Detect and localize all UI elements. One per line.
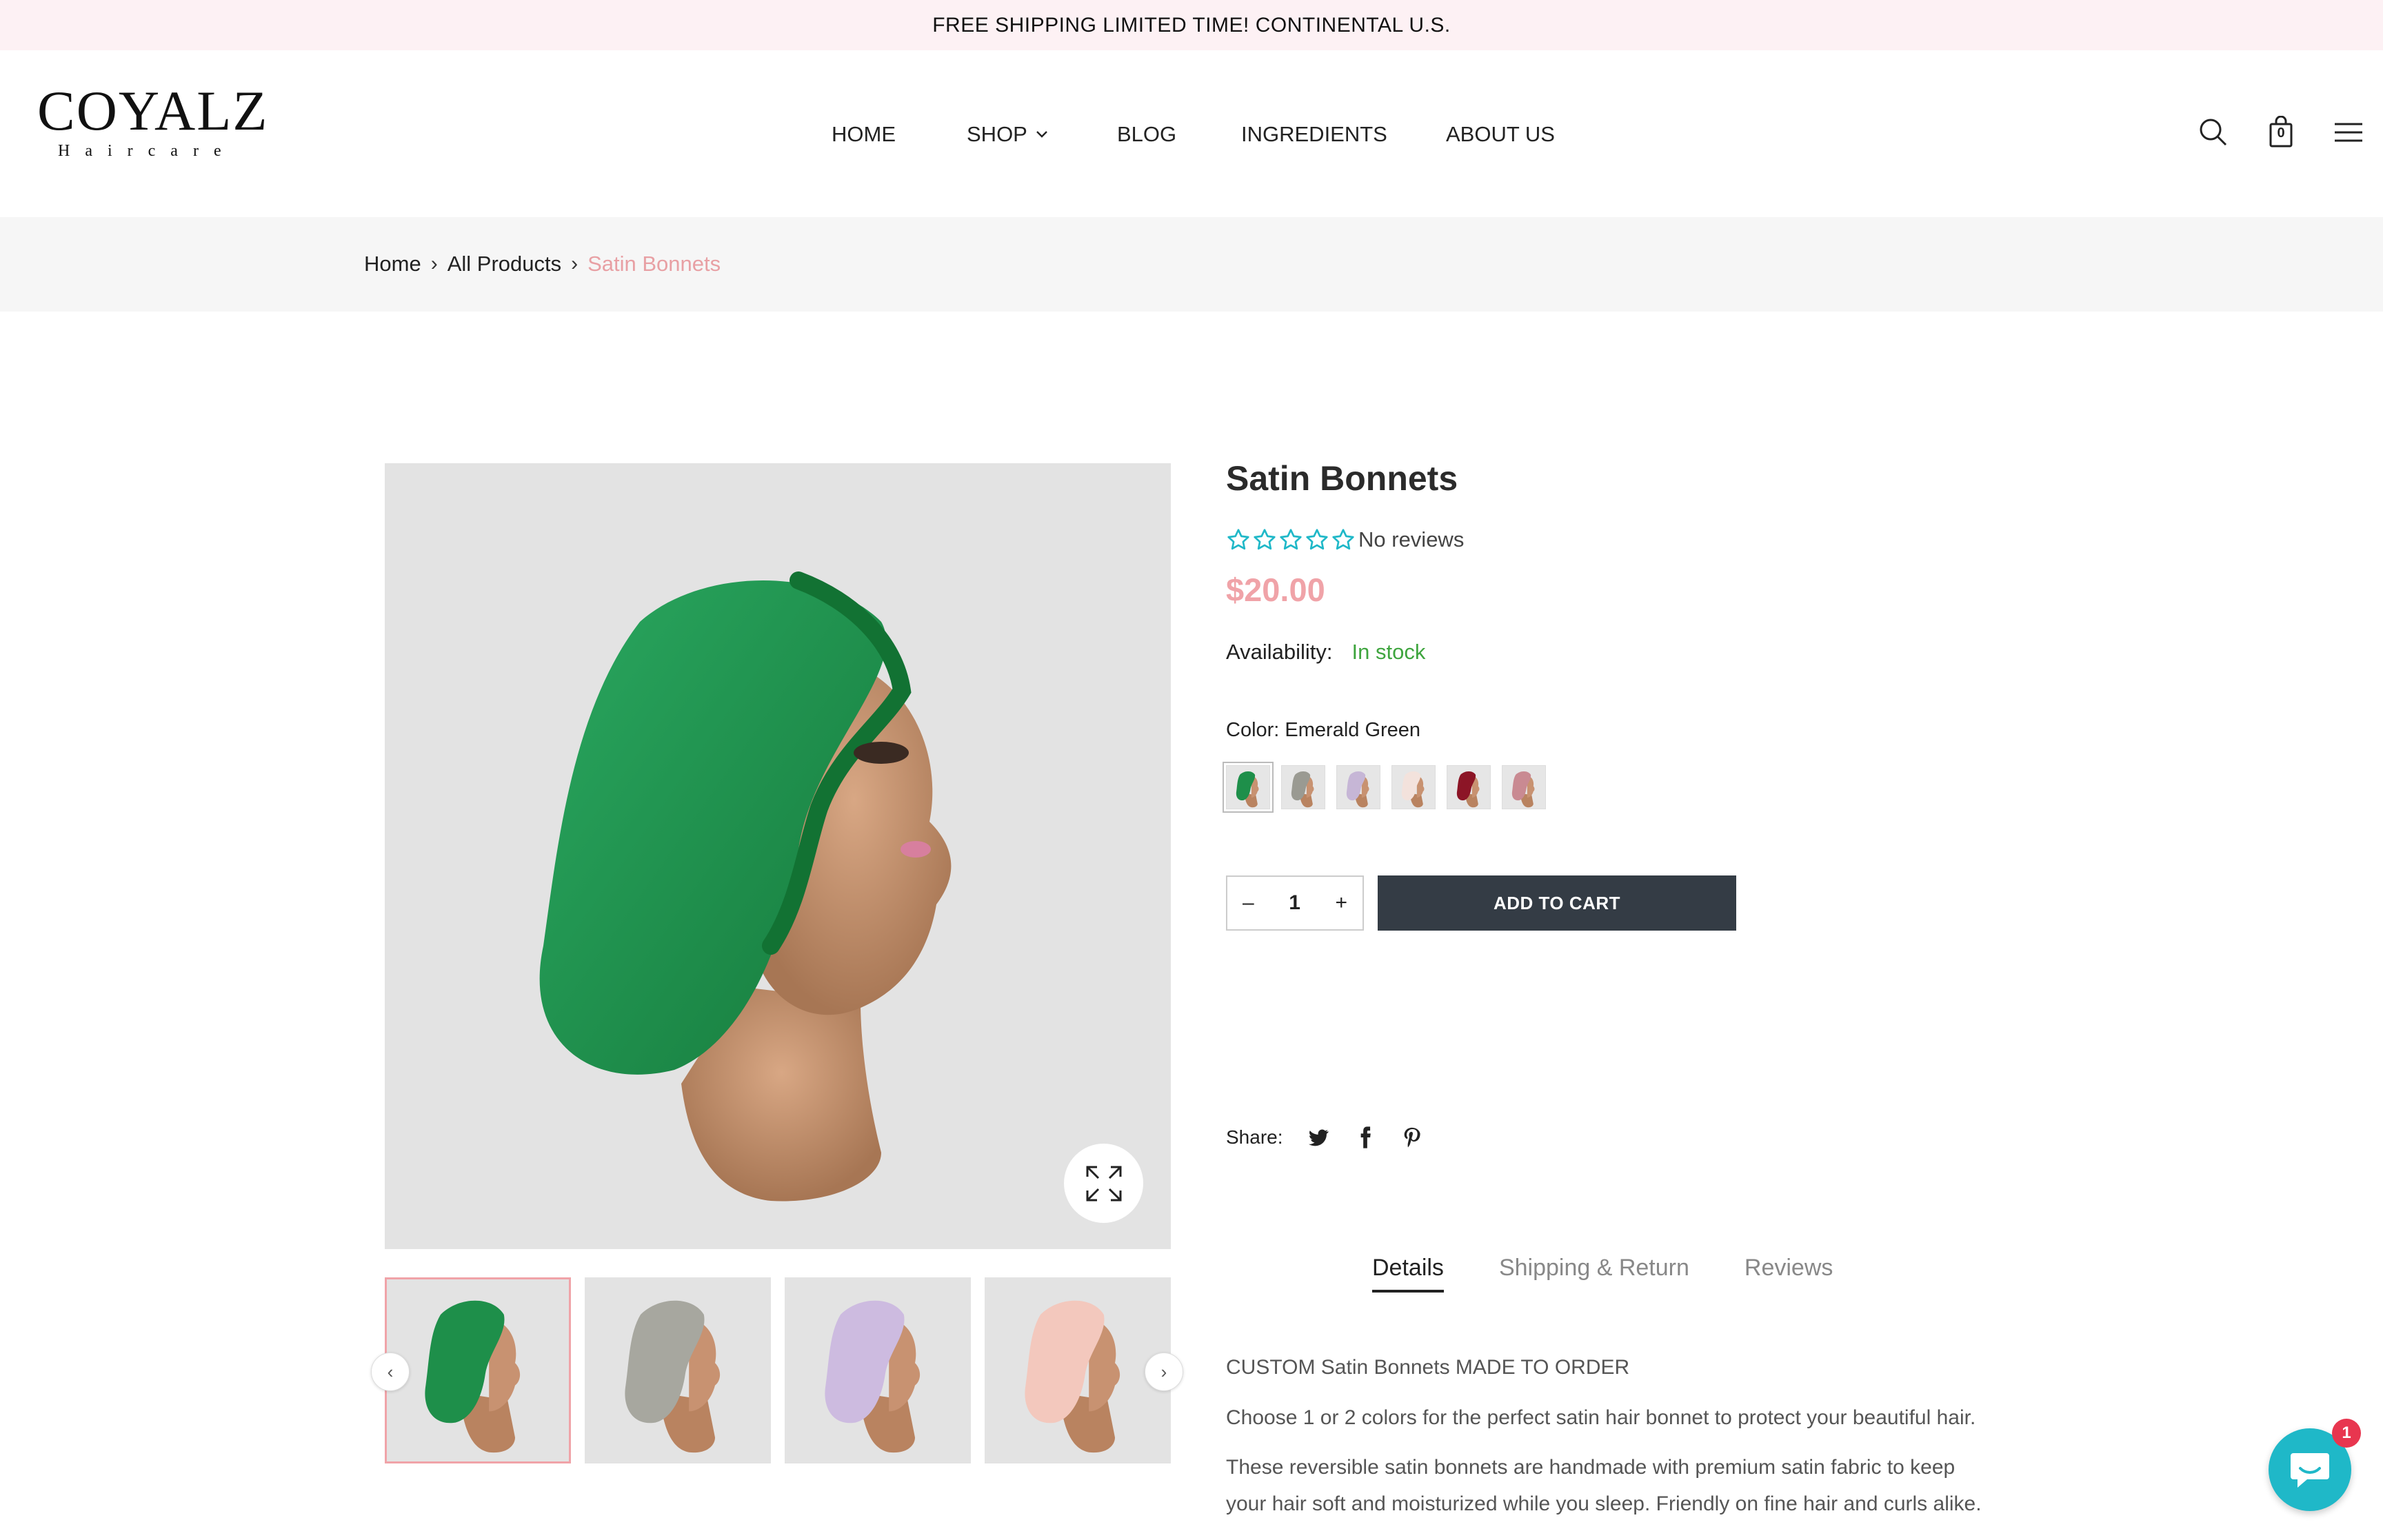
product-main-image[interactable] [385,463,1171,1249]
nav-about[interactable]: ABOUT US [1446,122,1555,147]
product-title: Satin Bonnets [1226,459,1458,498]
chevron-right-icon: › [430,252,438,275]
color-swatch[interactable] [1336,765,1380,809]
availability-label: Availability: [1226,640,1333,664]
chevron-right-icon: › [571,252,579,275]
tab-reviews[interactable]: Reviews [1744,1255,1833,1293]
availability-value: In stock [1351,640,1426,664]
qty-decrease-button[interactable]: – [1243,891,1254,915]
tab-shipping-return[interactable]: Shipping & Return [1499,1255,1689,1293]
breadcrumb: Home › All Products › Satin Bonnets [364,252,721,276]
breadcrumb-bar [0,217,2383,312]
facebook-icon[interactable] [1354,1126,1377,1149]
breadcrumb-current: Satin Bonnets [587,252,721,276]
color-label: Color: Emerald Green [1226,719,1421,741]
cart-count: 0 [2277,125,2285,141]
add-to-cart-button[interactable]: ADD TO CART [1378,875,1736,931]
main-nav: HOME SHOP BLOG INGREDIENTS ABOUT US [0,117,2383,152]
announcement-bar: FREE SHIPPING LIMITED TIME! CONTINENTAL … [0,0,2383,50]
color-swatch[interactable] [1447,765,1491,809]
color-swatch[interactable] [1391,765,1436,809]
reviews-text: No reviews [1358,527,1465,551]
thumbnail-image[interactable] [985,1277,1171,1463]
share-label: Share: [1226,1126,1283,1148]
product-rating[interactable]: No reviews [1226,527,1464,552]
description-heading: CUSTOM Satin Bonnets MADE TO ORDER [1226,1356,1630,1379]
zoom-button[interactable] [1064,1144,1143,1223]
color-swatches [1226,765,1546,809]
expand-icon [1086,1166,1121,1201]
star-outline-icon [1306,529,1328,550]
star-outline-icon [1254,529,1276,550]
product-tabs: Details Shipping & Return Reviews [1372,1255,1833,1293]
menu-icon[interactable] [2332,116,2365,149]
pinterest-icon[interactable] [1400,1126,1424,1149]
color-swatch[interactable] [1226,765,1270,809]
nav-ingredients[interactable]: INGREDIENTS [1241,122,1387,147]
availability: Availability: In stock [1226,640,1425,665]
color-swatch[interactable] [1502,765,1546,809]
tab-details[interactable]: Details [1372,1255,1444,1293]
qty-input[interactable]: 1 [1289,891,1300,915]
quantity-stepper: – 1 + [1226,875,1364,931]
product-price: $20.00 [1226,571,1325,608]
chat-unread-badge: 1 [2332,1419,2361,1448]
chat-bubble-icon [2291,1453,2329,1488]
thumbnail-image[interactable] [385,1277,571,1463]
announcement-text: FREE SHIPPING LIMITED TIME! CONTINENTAL … [932,13,1451,37]
star-outline-icon [1227,529,1249,550]
color-swatch[interactable] [1281,765,1325,809]
thumbnail-next-button[interactable]: › [1145,1352,1183,1391]
thumbnail-image[interactable] [785,1277,971,1463]
cart-button[interactable]: 0 [2264,115,2297,149]
rating-stars [1226,527,1356,552]
description-paragraph: These reversible satin bonnets are handm… [1226,1456,1982,1515]
description-paragraph: Choose 1 or 2 colors for the perfect sat… [1226,1406,1976,1429]
product-description: CUSTOM Satin Bonnets MADE TO ORDER Choos… [1226,1350,1998,1536]
nav-home[interactable]: HOME [832,122,896,147]
thumbnail-prev-button[interactable]: ‹ [371,1352,410,1391]
search-icon[interactable] [2197,116,2230,149]
nav-shop[interactable]: SHOP [967,122,1048,147]
breadcrumb-all-products[interactable]: All Products [448,252,561,276]
bonnet-mannequin-image [539,571,952,1202]
twitter-icon[interactable] [1307,1126,1330,1149]
star-outline-icon [1280,529,1302,550]
thumbnail-image[interactable] [585,1277,771,1463]
star-outline-icon [1332,529,1354,550]
qty-increase-button[interactable]: + [1335,891,1347,915]
share-row: Share: [1226,1126,1424,1149]
nav-blog[interactable]: BLOG [1117,122,1176,147]
chevron-down-icon [1036,131,1047,138]
breadcrumb-home[interactable]: Home [364,252,421,276]
